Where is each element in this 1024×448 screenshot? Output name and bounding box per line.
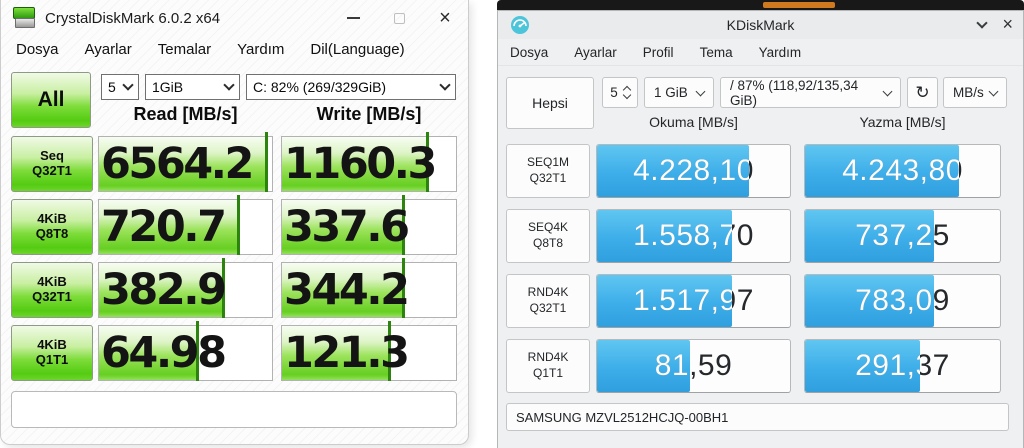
test-size-select[interactable]: 1 GiB: [644, 77, 714, 108]
desktop: CrystalDiskMark 6.0.2 x64 × Dosya Ayarla…: [0, 0, 1024, 448]
chevron-down-icon: [223, 79, 235, 91]
menu-ayarlar[interactable]: Ayarlar: [85, 41, 132, 58]
4kib-q1t1-button[interactable]: 4KiB Q1T1: [11, 325, 93, 381]
maximize-icon: [393, 12, 405, 24]
write-result-cell: 121.3: [281, 321, 457, 381]
seq4k-q8t8-button[interactable]: SEQ4K Q8T8: [506, 209, 590, 263]
chevron-down-icon: [976, 17, 989, 29]
write-column-header: Write [MB/s]: [316, 103, 422, 124]
all-tests-button[interactable]: All: [11, 72, 91, 128]
benchmark-row: SEQ4KQ8T8 1.558,70 1.558,70 737,25 737,2…: [498, 209, 1023, 263]
orange-segment: [763, 2, 835, 8]
seq-q32t1-button[interactable]: Seq Q32T1: [11, 136, 93, 192]
spinner-arrows-icon: [622, 85, 631, 100]
read-result-cell: 720.7: [98, 195, 273, 255]
kdm-window-title: KDiskMark: [726, 17, 795, 33]
benchmark-row: 4KiB Q8T8 720.7 337.6: [1, 195, 468, 256]
write-result-cell: 291,37 291,37: [804, 339, 1001, 393]
benchmark-row: RND4KQ1T1 81,59 81,59 291,37 291,37: [498, 339, 1023, 393]
read-result-cell: 4.228,10 4.228,10: [596, 144, 791, 198]
unit-select[interactable]: MB/s: [943, 77, 1007, 108]
read-value: 64.98: [101, 328, 227, 378]
kdiskmark-window: KDiskMark × Dosya Ayarlar Profil Tema Ya…: [497, 10, 1024, 448]
menu-yardim[interactable]: Yardım: [237, 41, 284, 58]
chevron-down-icon: [882, 86, 893, 96]
write-result-cell: 783,09 783,09: [804, 274, 1001, 328]
run-count-spinner[interactable]: 5: [602, 77, 638, 108]
maximize-button[interactable]: [376, 3, 422, 33]
write-result-cell: 344.2: [281, 258, 457, 318]
benchmark-row: RND4KQ32T1 1.517,97 1.517,97 783,09 783,…: [498, 274, 1023, 328]
read-result-cell: 64.98: [98, 321, 273, 381]
refresh-button[interactable]: ↻: [907, 77, 938, 108]
benchmark-row: 4KiB Q1T1 64.98 121.3: [1, 321, 468, 382]
minimize-button[interactable]: [330, 3, 376, 33]
4kib-q8t8-button[interactable]: 4KiB Q8T8: [11, 199, 93, 255]
menu-yardim[interactable]: Yardım: [759, 45, 802, 60]
rnd4k-q32t1-button[interactable]: RND4K Q32T1: [506, 274, 590, 328]
write-value: 1160.3: [284, 139, 437, 189]
run-count-select[interactable]: 5: [101, 74, 139, 100]
target-drive-select[interactable]: C: 82% (269/329GiB): [246, 74, 456, 100]
read-result-cell: 1.517,97 1.517,97: [596, 274, 791, 328]
read-result-cell: 81,59 81,59: [596, 339, 791, 393]
kdm-titlebar[interactable]: KDiskMark ×: [498, 11, 1023, 39]
menu-dosya[interactable]: Dosya: [16, 41, 59, 58]
chevron-down-icon: [439, 79, 451, 91]
write-result-cell: 4.243,80 4.243,80: [804, 144, 1001, 198]
menu-dil-language[interactable]: Dil(Language): [310, 41, 404, 58]
cdm-window-title: CrystalDiskMark 6.0.2 x64: [45, 9, 221, 27]
chevron-down-icon: [988, 86, 999, 96]
menu-temalar[interactable]: Temalar: [158, 41, 211, 58]
read-value: 382.9: [101, 265, 227, 315]
kdm-menubar: Dosya Ayarlar Profil Tema Yardım: [498, 39, 1023, 66]
minimize-button[interactable]: [976, 17, 989, 29]
4kib-q32t1-button[interactable]: 4KiB Q32T1: [11, 262, 93, 318]
read-result-cell: 382.9: [98, 258, 273, 318]
write-result-cell: 1160.3: [281, 132, 457, 192]
menu-ayarlar[interactable]: Ayarlar: [574, 45, 617, 60]
close-button[interactable]: ×: [1002, 15, 1013, 35]
read-column-header: Read [MB/s]: [133, 103, 238, 124]
close-button[interactable]: ×: [422, 3, 468, 33]
menu-tema[interactable]: Tema: [700, 45, 733, 60]
benchmark-row: SEQ1M Q32T1 4.228,10 4.228,10 4.243,80 4.…: [498, 144, 1023, 198]
minimize-icon: [346, 17, 360, 19]
rnd4k-q1t1-button[interactable]: RND4K Q1T1: [506, 339, 590, 393]
read-result-cell: 1.558,70 1.558,70: [596, 209, 791, 263]
write-value: 337.6: [284, 202, 410, 252]
close-icon: ×: [439, 7, 451, 29]
disk-drive-icon: [13, 7, 37, 29]
read-column-header: Okuma [MB/s]: [649, 114, 738, 130]
background-window-strip: [497, 0, 1024, 10]
target-drive-select[interactable]: / 87% (118,92/135,34 GiB): [720, 77, 901, 108]
test-size-select[interactable]: 1GiB: [145, 74, 240, 100]
comment-input[interactable]: [11, 391, 457, 428]
read-value: 720.7: [101, 202, 227, 252]
read-result-cell: 6564.2: [98, 132, 273, 192]
cdm-menubar: Dosya Ayarlar Temalar Yardım Dil(Languag…: [1, 36, 468, 62]
write-result-cell: 337.6: [281, 195, 457, 255]
all-tests-button[interactable]: Hepsi: [506, 77, 594, 129]
menu-dosya[interactable]: Dosya: [510, 45, 548, 60]
chevron-down-icon: [695, 86, 706, 96]
crystaldiskmark-window: CrystalDiskMark 6.0.2 x64 × Dosya Ayarla…: [0, 0, 469, 445]
refresh-icon: ↻: [915, 82, 930, 102]
read-value: 6564.2: [101, 139, 254, 189]
menu-profil[interactable]: Profil: [643, 45, 674, 60]
cdm-titlebar[interactable]: CrystalDiskMark 6.0.2 x64 ×: [1, 0, 468, 36]
benchmark-row: Seq Q32T1 6564.2 1160.3: [1, 132, 468, 193]
write-value: 121.3: [284, 328, 410, 378]
close-icon: ×: [1002, 14, 1013, 34]
write-column-header: Yazma [MB/s]: [859, 114, 946, 130]
seq1m-q32t1-button[interactable]: SEQ1M Q32T1: [506, 144, 590, 198]
write-result-cell: 737,25 737,25: [804, 209, 1001, 263]
benchmark-row: 4KiB Q32T1 382.9 344.2: [1, 258, 468, 319]
device-name-field[interactable]: SAMSUNG MZVL2512HCJQ-00BH1: [506, 403, 1009, 431]
write-value: 344.2: [284, 265, 410, 315]
chevron-down-icon: [122, 79, 134, 91]
